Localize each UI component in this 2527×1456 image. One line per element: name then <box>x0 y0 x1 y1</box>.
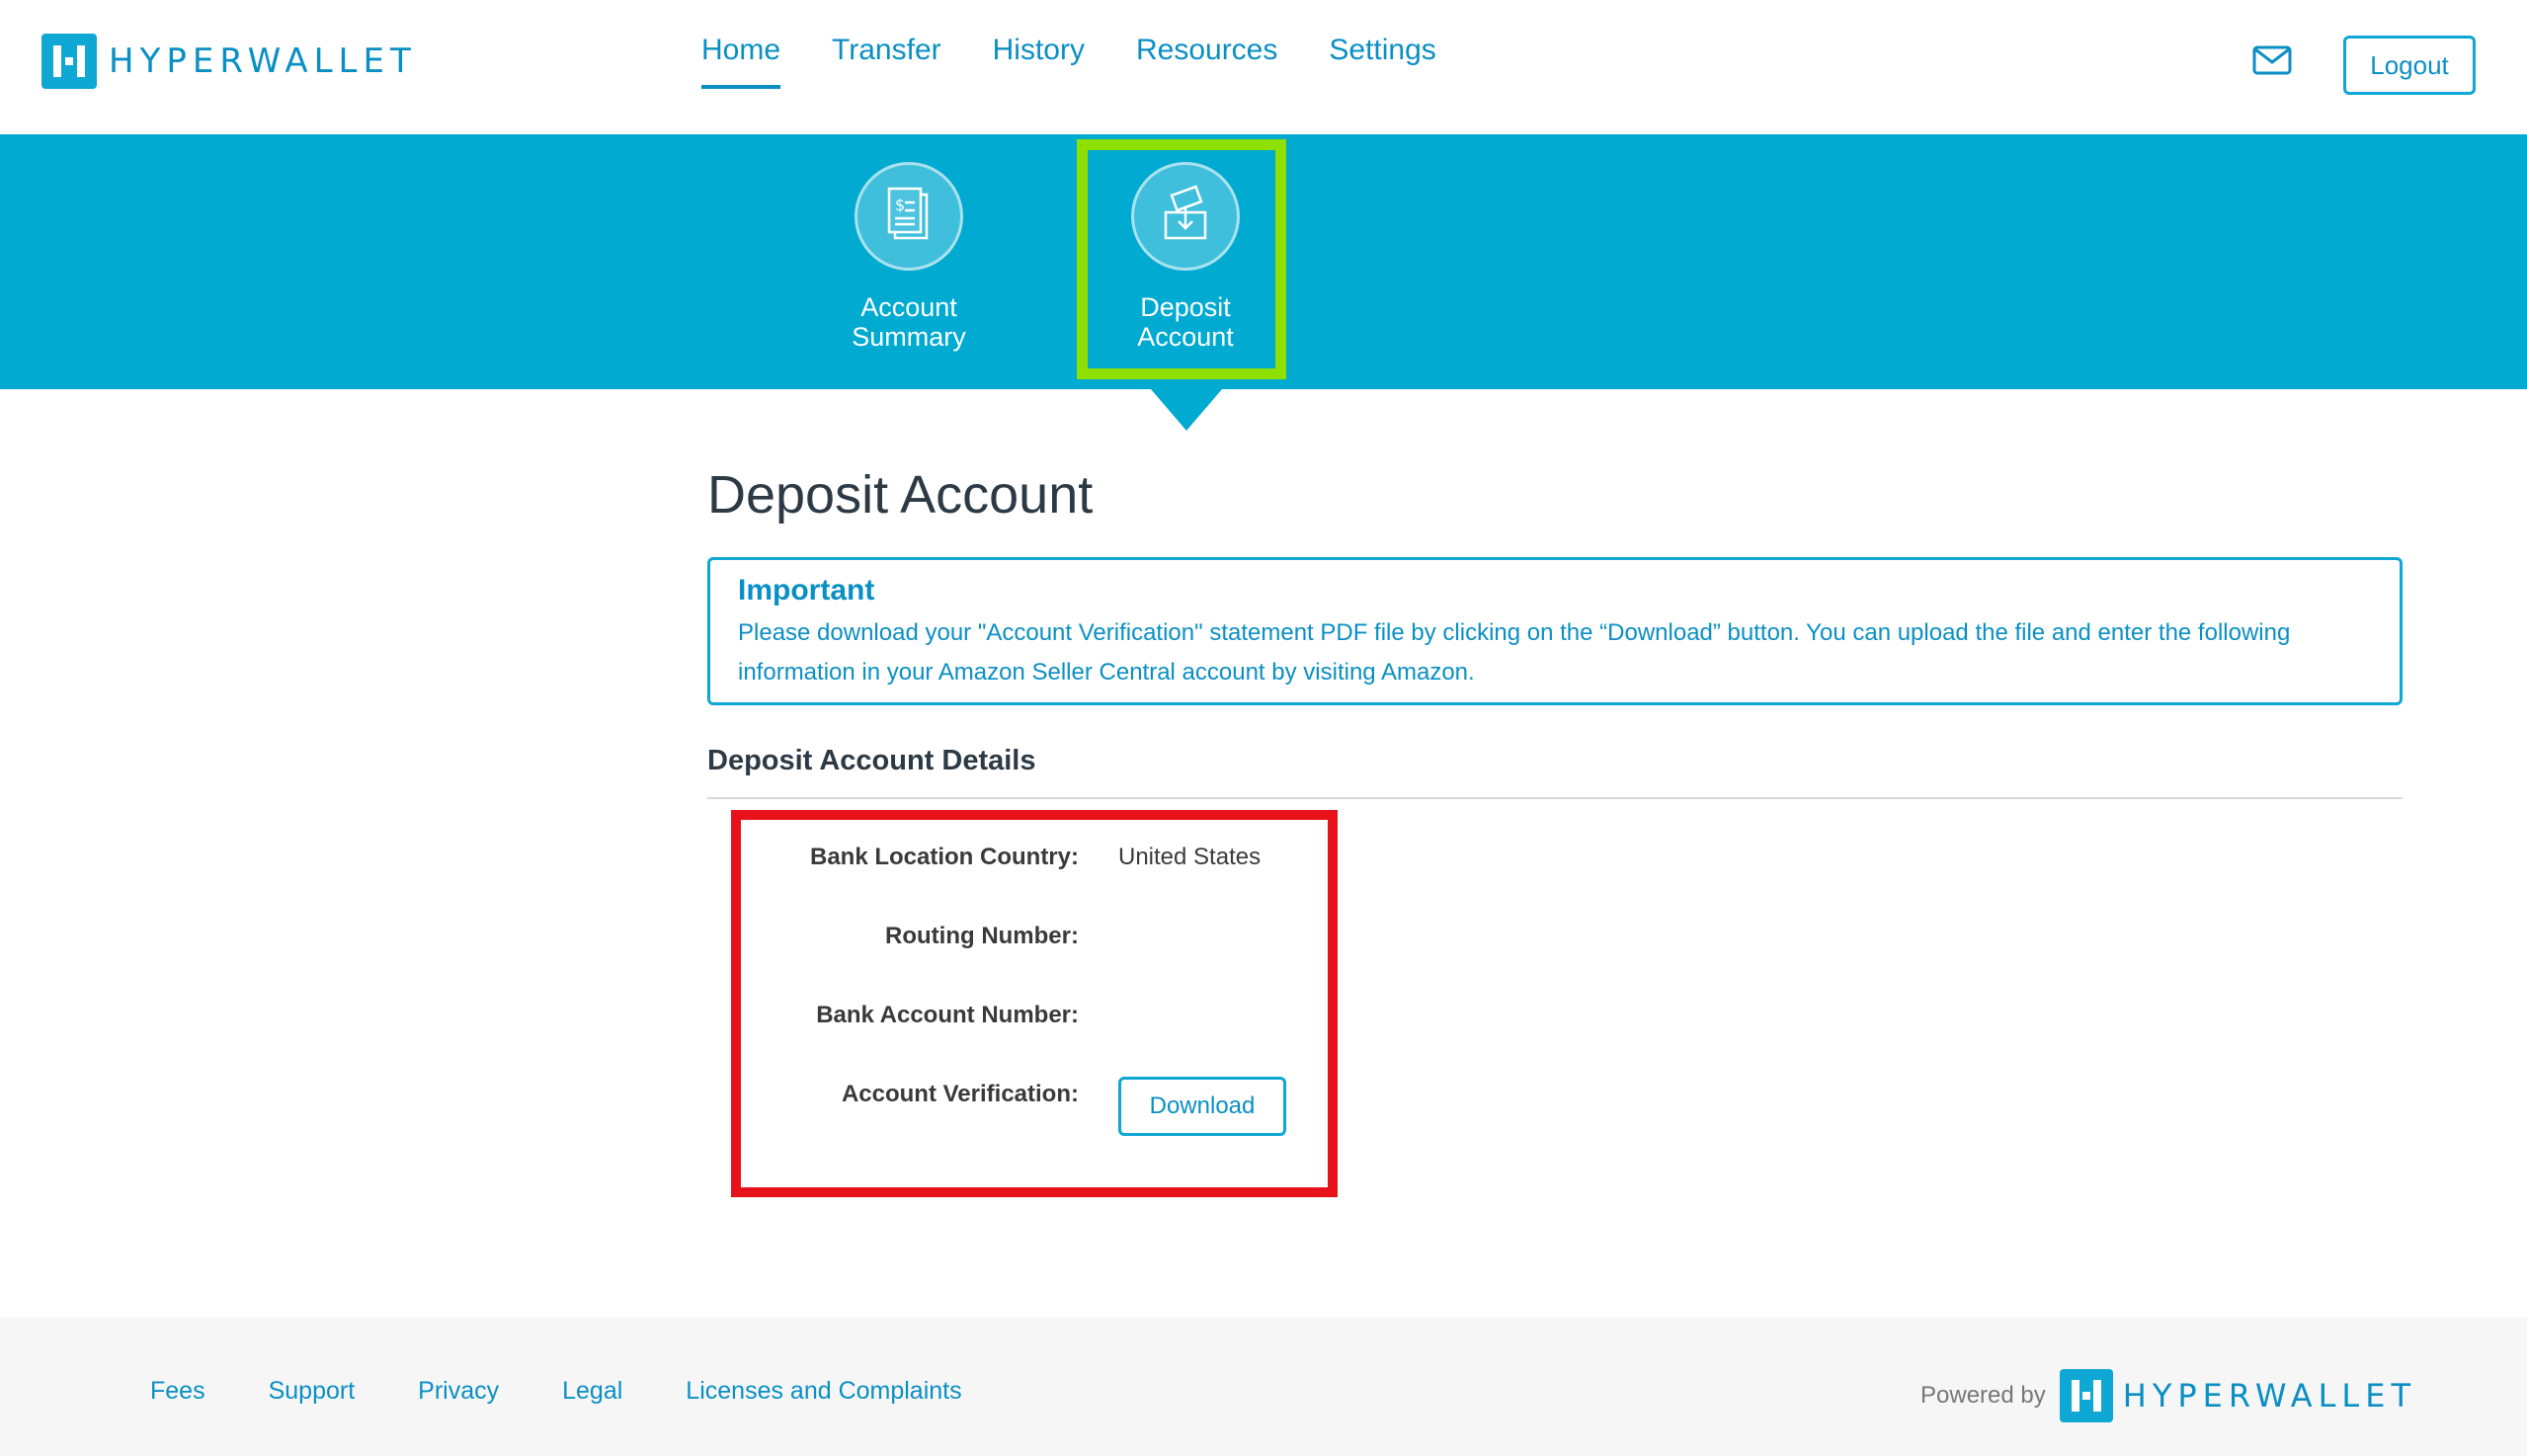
download-button[interactable]: Download <box>1118 1077 1286 1136</box>
divider <box>707 797 2403 799</box>
bank-location-country-value: United States <box>1118 844 1262 870</box>
logout-button[interactable]: Logout <box>2343 36 2476 95</box>
footer: Fees Support Privacy Legal Licenses and … <box>0 1318 2527 1456</box>
logo-text: HYPERWALLET <box>109 41 417 81</box>
account-verification-label: Account Verification: <box>841 1081 1079 1107</box>
nav-settings[interactable]: Settings <box>1329 34 1435 89</box>
bank-account-number-label: Bank Account Number: <box>816 1002 1079 1028</box>
nav-transfer[interactable]: Transfer <box>832 34 941 89</box>
document-dollar-icon: $ <box>855 162 963 271</box>
mail-icon[interactable] <box>2252 45 2292 75</box>
page-title: Deposit Account <box>707 465 1094 525</box>
main-nav: Home Transfer History Resources Settings <box>701 34 1488 89</box>
nav-resources[interactable]: Resources <box>1136 34 1277 89</box>
nav-home[interactable]: Home <box>701 34 781 89</box>
hyperwallet-logo-mark-icon <box>41 34 97 89</box>
footer-link-fees[interactable]: Fees <box>150 1377 205 1406</box>
alert-title: Important <box>738 574 875 607</box>
footer-links: Fees Support Privacy Legal Licenses and … <box>150 1377 1025 1406</box>
hyperwallet-logo-mark-icon <box>2059 1369 2113 1422</box>
footer-link-privacy[interactable]: Privacy <box>418 1377 499 1406</box>
top-header: HYPERWALLET Home Transfer History Resour… <box>0 0 2527 134</box>
hyperwallet-logo[interactable]: HYPERWALLET <box>41 32 417 91</box>
important-alert: Important Please download your "Account … <box>707 557 2403 705</box>
footer-link-support[interactable]: Support <box>269 1377 356 1406</box>
tile-label-line1: Account <box>860 292 957 322</box>
tile-label-line2: Summary <box>852 322 966 352</box>
routing-number-label: Routing Number: <box>885 923 1079 949</box>
powered-by-label: Powered by <box>1920 1382 2046 1409</box>
bank-location-country-label: Bank Location Country: <box>809 844 1079 870</box>
deposit-tile-highlight <box>1077 139 1286 379</box>
footer-link-legal[interactable]: Legal <box>562 1377 622 1406</box>
section-title: Deposit Account Details <box>707 745 1036 776</box>
active-tile-pointer <box>1151 389 1222 431</box>
alert-text: Please download your "Account Verificati… <box>738 619 2291 686</box>
tile-account-summary[interactable]: $ Account Summary <box>810 162 1008 352</box>
svg-text:$: $ <box>895 196 905 214</box>
footer-logo-text: HYPERWALLET <box>2122 1377 2417 1415</box>
footer-link-licenses[interactable]: Licenses and Complaints <box>686 1377 961 1406</box>
powered-by-hyperwallet[interactable]: Powered by HYPERWALLET <box>1920 1369 2416 1422</box>
nav-history[interactable]: History <box>993 34 1085 89</box>
